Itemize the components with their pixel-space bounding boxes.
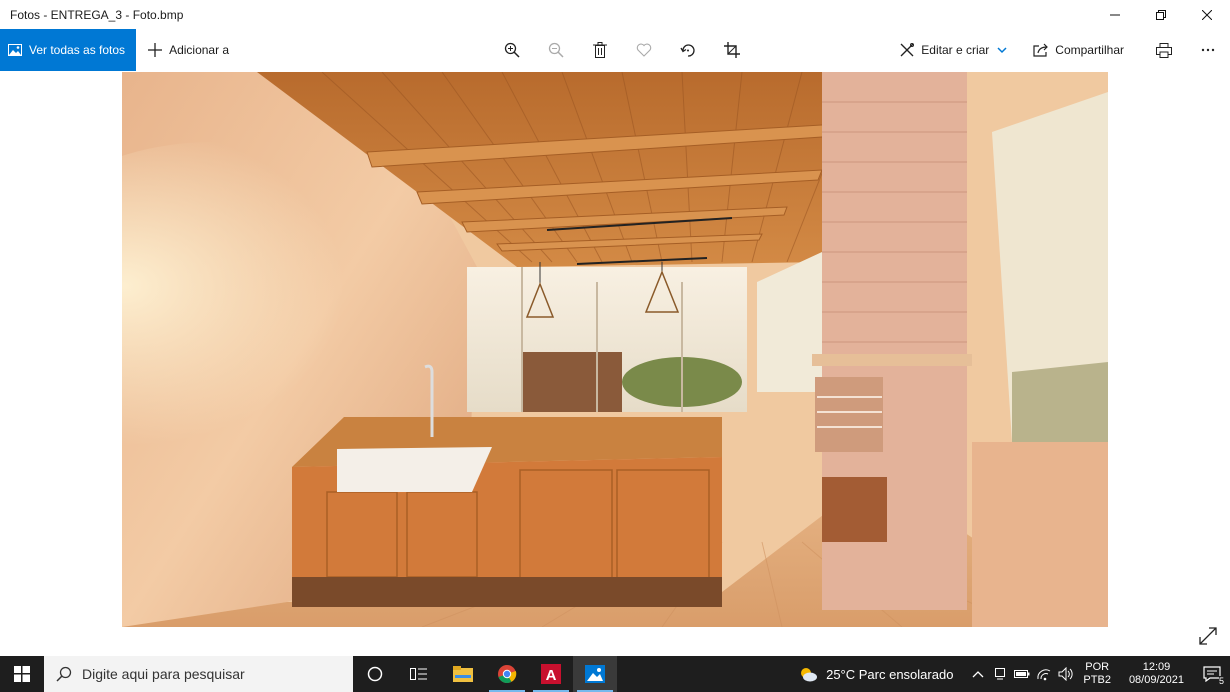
print-icon (1156, 42, 1172, 58)
action-center-button[interactable]: 5 (1194, 656, 1230, 692)
edit-create-label: Editar e criar (921, 43, 990, 57)
toolbar-right: Editar e criar Compartilhar (891, 29, 1230, 71)
task-view-icon (410, 668, 427, 680)
windows-logo-icon (14, 666, 30, 682)
photo-stage (0, 71, 1230, 656)
zoom-out-button[interactable] (534, 29, 578, 71)
input-language-indicator[interactable]: POR PTB2 (1083, 661, 1111, 687)
toolbar: Ver todas as fotos Adicionar a Editar e … (0, 29, 1230, 71)
chevron-down-icon (997, 47, 1007, 54)
partly-sunny-icon (801, 668, 818, 682)
view-tools (490, 29, 754, 71)
edit-create-button[interactable]: Editar e criar (891, 29, 1021, 71)
share-label: Compartilhar (1055, 43, 1124, 57)
network-button[interactable] (1033, 667, 1055, 681)
chrome-button[interactable] (485, 656, 529, 692)
plus-icon (148, 43, 163, 57)
add-to-label: Adicionar a (169, 43, 230, 57)
rotate-icon (680, 44, 695, 57)
minimize-icon (1110, 14, 1120, 15)
zoom-in-button[interactable] (490, 29, 534, 71)
wifi-icon (1037, 669, 1051, 681)
search-placeholder: Digite aqui para pesquisar (82, 666, 245, 682)
taskbar-search-box[interactable]: Digite aqui para pesquisar (44, 656, 353, 692)
rendered-kitchen-photo[interactable] (122, 72, 1108, 627)
cortana-icon (367, 666, 383, 682)
zoom-out-icon (548, 42, 564, 58)
ellipsis-icon (1201, 48, 1215, 52)
taskbar: Digite aqui para pesquisar A 25°C Parc e… (0, 656, 1230, 692)
system-tray: 25°C Parc ensolarado POR PTB2 12:09 08/0… (798, 656, 1230, 692)
meet-now-button[interactable] (989, 667, 1011, 681)
share-icon (1033, 43, 1049, 57)
battery-button[interactable] (1011, 669, 1033, 679)
battery-icon (1014, 670, 1030, 678)
task-view-button[interactable] (397, 656, 441, 692)
volume-button[interactable] (1055, 667, 1077, 681)
clock-time: 12:09 (1142, 661, 1171, 673)
svg-text:A: A (546, 667, 557, 684)
device-icon (995, 668, 1006, 680)
search-icon (56, 666, 72, 682)
title-bar: Fotos - ENTREGA_3 - Foto.bmp (0, 0, 1230, 29)
keyboard-layout: PTB2 (1083, 674, 1111, 686)
language-code: POR (1085, 661, 1110, 673)
heart-icon (636, 43, 652, 57)
file-explorer-button[interactable] (441, 656, 485, 692)
close-button[interactable] (1184, 0, 1230, 29)
chevron-up-icon (972, 671, 984, 678)
edit-icon (900, 43, 915, 57)
chrome-icon (498, 665, 517, 684)
photos-app-icon (585, 665, 605, 683)
speaker-icon (1058, 667, 1074, 681)
favorite-button[interactable] (622, 29, 666, 71)
autocad-button[interactable]: A (529, 656, 573, 692)
full-screen-button[interactable] (1198, 626, 1218, 646)
restore-icon (1156, 9, 1166, 20)
crop-button[interactable] (710, 29, 754, 71)
crop-icon (724, 42, 740, 58)
more-options-button[interactable] (1186, 29, 1230, 71)
show-hidden-icons-button[interactable] (967, 670, 989, 678)
file-explorer-icon (453, 666, 473, 682)
autocad-icon: A (541, 664, 561, 684)
clock-date: 08/09/2021 (1128, 674, 1184, 686)
trash-icon (593, 42, 607, 58)
weather-text: 25°C Parc ensolarado (826, 666, 954, 682)
clock[interactable]: 12:09 08/09/2021 (1129, 661, 1184, 687)
notification-count: 5 (1218, 676, 1224, 686)
share-button[interactable]: Compartilhar (1025, 29, 1132, 71)
cortana-button[interactable] (353, 656, 397, 692)
start-button[interactable] (0, 656, 44, 692)
see-all-photos-label: Ver todas as fotos (29, 43, 126, 57)
restore-button[interactable] (1138, 0, 1184, 29)
see-all-photos-button[interactable]: Ver todas as fotos (0, 29, 137, 71)
photos-icon (8, 44, 22, 56)
window-title: Fotos - ENTREGA_3 - Foto.bmp (10, 7, 184, 22)
expand-icon (1199, 627, 1217, 645)
delete-button[interactable] (578, 29, 622, 71)
print-button[interactable] (1142, 29, 1186, 71)
zoom-in-icon (504, 42, 520, 58)
photos-app-button[interactable] (573, 656, 617, 692)
weather-widget[interactable]: 25°C Parc ensolarado (798, 666, 953, 682)
rotate-button[interactable] (666, 29, 710, 71)
minimize-button[interactable] (1092, 0, 1138, 29)
add-to-button[interactable]: Adicionar a (148, 43, 229, 57)
close-icon (1202, 9, 1212, 20)
